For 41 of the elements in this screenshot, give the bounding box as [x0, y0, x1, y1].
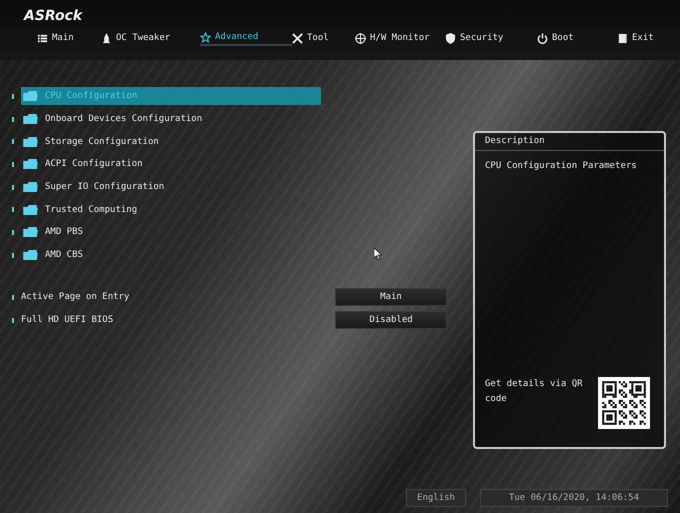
door-icon [617, 32, 628, 44]
setting-label: Active Page on Entry [21, 292, 130, 302]
qr-code [598, 377, 650, 429]
folder-icon [23, 136, 38, 147]
nav-tab[interactable]: Exit [617, 30, 667, 46]
nav-tab[interactable]: OC Tweaker [101, 30, 200, 46]
folder-icon [23, 250, 38, 260]
nav-tab[interactable]: Tool [292, 30, 355, 46]
setting-label: Full HD UEFI BIOS [21, 315, 114, 325]
power-icon [537, 32, 548, 44]
menu-item[interactable]: Storage Configuration [21, 132, 321, 151]
menu-item[interactable]: AMD PBS [21, 223, 321, 242]
nav-tab[interactable]: Main [37, 30, 101, 46]
menu-item[interactable]: AMD CBS [21, 246, 321, 264]
description-text: CPU Configuration Parameters [485, 161, 637, 171]
menu-item[interactable]: Onboard Devices Configuration [21, 110, 321, 128]
menu-item[interactable]: Trusted Computing [21, 200, 321, 219]
list-icon [37, 32, 48, 44]
language-button[interactable]: English [406, 489, 466, 507]
folder-icon [23, 114, 38, 124]
shield-icon [445, 32, 456, 44]
folder-icon [23, 159, 38, 170]
menu-item[interactable]: ACPI Configuration [21, 155, 321, 174]
panel-title: Description [485, 136, 545, 146]
logo: ASRock [24, 8, 82, 24]
nav-tab[interactable]: Security [445, 30, 537, 46]
menu-item[interactable]: Super IO Configuration [21, 178, 321, 196]
setting-value[interactable]: Main [335, 288, 447, 306]
folder-icon [23, 91, 38, 102]
star-icon [200, 32, 211, 42]
folder-icon [23, 227, 38, 238]
cursor-icon [374, 248, 382, 260]
crosshair-icon [355, 32, 366, 44]
folder-icon [23, 204, 38, 215]
nav-tab[interactable]: H/W Monitor [355, 30, 445, 46]
date-time: Tue 06/16/2020, 14:06:54 [480, 489, 668, 507]
folder-icon [23, 182, 38, 192]
qr-hint: Get details via QR code [485, 378, 584, 406]
setting-value[interactable]: Disabled [335, 311, 447, 329]
nav-tab[interactable]: Boot [537, 30, 617, 46]
nav-tab[interactable]: Advanced [200, 30, 292, 46]
